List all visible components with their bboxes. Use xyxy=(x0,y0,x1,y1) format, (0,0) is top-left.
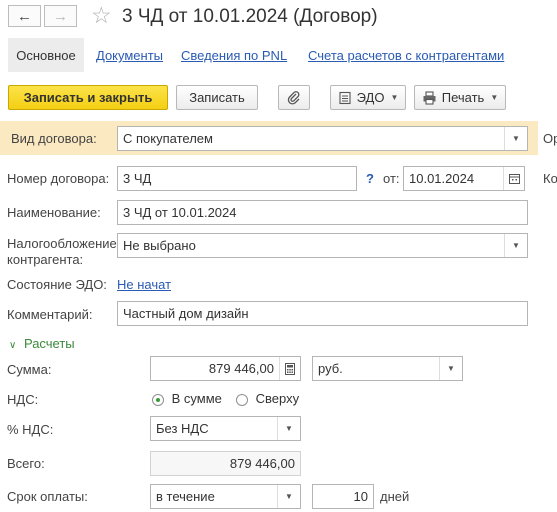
save-button[interactable]: Записать xyxy=(176,85,258,110)
vat-in-sum-radio[interactable]: В сумме xyxy=(152,391,222,406)
tab-main[interactable]: Основное xyxy=(8,38,84,72)
edo-menu-button[interactable]: ЭДО ▼ xyxy=(330,85,406,110)
org-label-cut: Ор xyxy=(543,131,557,146)
arrow-right-icon: → xyxy=(53,7,68,25)
currency-select[interactable]: руб. ▼ xyxy=(312,356,463,381)
name-field[interactable]: 3 ЧД от 10.01.2024 xyxy=(117,200,528,225)
tab-documents[interactable]: Документы xyxy=(96,48,163,63)
amount-field[interactable]: 879 446,00 xyxy=(150,356,301,381)
settlements-section-toggle[interactable]: ∨ Расчеты xyxy=(9,336,75,351)
paperclip-icon xyxy=(287,90,300,105)
star-icon[interactable]: ☆ xyxy=(91,2,112,28)
chevron-down-icon[interactable]: ▼ xyxy=(277,417,300,440)
taxation-select[interactable]: Не выбрано ▼ xyxy=(117,233,528,258)
radio-checked-icon xyxy=(152,393,164,406)
comment-label: Комментарий: xyxy=(7,307,93,322)
radio-unchecked-icon xyxy=(236,393,248,406)
edo-state-label: Состояние ЭДО: xyxy=(7,277,107,292)
comment-field[interactable]: Частный дом дизайн xyxy=(117,301,528,326)
calculator-icon[interactable] xyxy=(279,357,300,380)
payment-term-label: Срок оплаты: xyxy=(7,489,88,504)
chevron-down-icon: ▼ xyxy=(490,93,499,102)
contract-date-field[interactable]: 10.01.2024 xyxy=(403,166,525,191)
tab-accounts[interactable]: Счета расчетов с контрагентами xyxy=(308,48,504,63)
payment-term-select[interactable]: в течение ▼ xyxy=(150,484,301,509)
vat-rate-label: % НДС: xyxy=(7,422,54,437)
contract-number-field[interactable]: 3 ЧД xyxy=(117,166,357,191)
attach-button[interactable] xyxy=(278,85,310,110)
vat-rate-select[interactable]: Без НДС ▼ xyxy=(150,416,301,441)
total-label: Всего: xyxy=(7,456,45,471)
edo-icon xyxy=(339,91,351,104)
print-menu-button[interactable]: Печать ▼ xyxy=(414,85,506,110)
contract-type-label: Вид договора: xyxy=(11,131,97,146)
printer-icon xyxy=(423,90,436,105)
date-from-label: от: xyxy=(383,171,400,186)
vat-on-top-radio[interactable]: Сверху xyxy=(236,391,299,406)
back-button[interactable]: ← xyxy=(8,5,41,27)
edo-state-link[interactable]: Не начат xyxy=(117,277,171,292)
total-field: 879 446,00 xyxy=(150,451,301,476)
chevron-down-icon[interactable]: ▼ xyxy=(504,234,527,257)
chevron-down-icon[interactable]: ▼ xyxy=(504,127,527,150)
page-title: 3 ЧД от 10.01.2024 (Договор) xyxy=(122,6,378,27)
counterparty-label-cut: Ко xyxy=(543,171,557,186)
chevron-down-icon[interactable]: ▼ xyxy=(439,357,462,380)
tab-main-label: Основное xyxy=(16,47,76,63)
chevron-down-icon[interactable]: ▼ xyxy=(277,485,300,508)
chevron-down-icon: ▼ xyxy=(390,93,399,102)
vat-label: НДС: xyxy=(7,392,39,407)
contract-number-label: Номер договора: xyxy=(7,171,110,186)
arrow-left-icon: ← xyxy=(17,7,32,25)
name-label: Наименование: xyxy=(7,205,101,220)
save-and-close-button[interactable]: Записать и закрыть xyxy=(8,85,168,110)
chevron-down-icon: ∨ xyxy=(9,340,17,351)
days-unit-label: дней xyxy=(380,489,410,504)
help-link[interactable]: ? xyxy=(366,171,374,186)
calendar-icon[interactable] xyxy=(503,167,524,190)
amount-label: Сумма: xyxy=(7,362,52,377)
forward-button[interactable]: → xyxy=(44,5,77,27)
tab-pnl[interactable]: Сведения по PNL xyxy=(181,48,287,63)
contract-type-select[interactable]: С покупателем ▼ xyxy=(117,126,528,151)
payment-days-field[interactable]: 10 xyxy=(312,484,374,509)
taxation-label: Налогообложение контрагента: xyxy=(7,236,117,267)
